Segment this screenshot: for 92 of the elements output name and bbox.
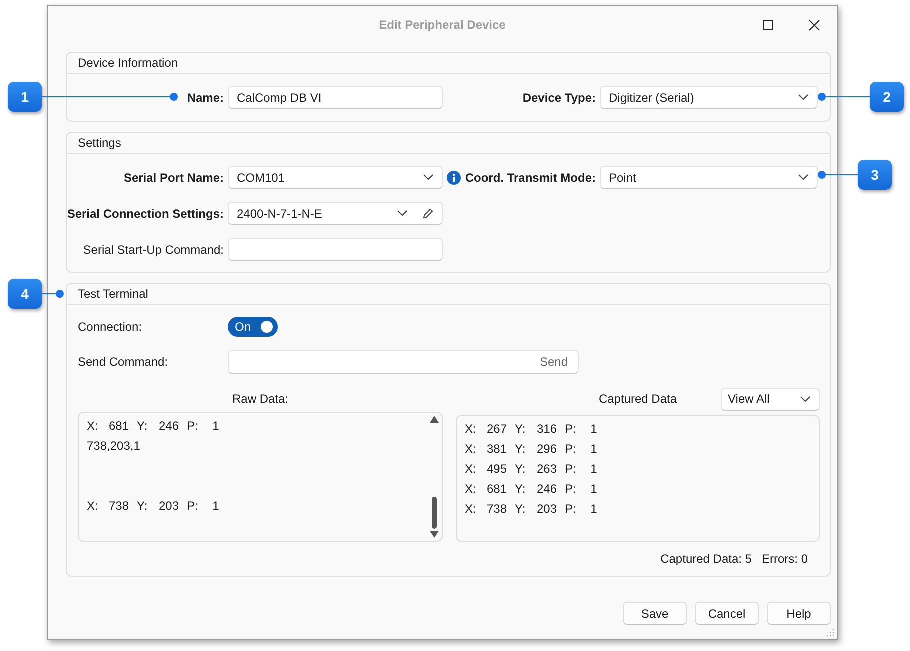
data-value: 296 — [536, 442, 558, 456]
data-value: X: — [465, 482, 478, 496]
data-value: Y: — [137, 419, 149, 433]
data-value: 681 — [108, 419, 130, 433]
data-value: 1 — [590, 482, 598, 496]
data-value: 246 — [536, 482, 558, 496]
field-label: Name: — [187, 90, 224, 104]
panel-title: Captured Data — [598, 392, 677, 406]
chevron-down-icon — [800, 396, 811, 402]
data-value: X: — [87, 499, 100, 513]
leader-line — [818, 92, 870, 102]
status-text: Errors: 0 — [762, 552, 808, 568]
group-title: Device Information — [78, 56, 178, 70]
data-value: X: — [465, 462, 478, 476]
dialog-button[interactable]: Cancel — [695, 602, 759, 625]
scroll-down-icon[interactable] — [430, 531, 438, 538]
data-value: P: — [565, 482, 578, 496]
resize-grip-icon[interactable] — [827, 629, 835, 637]
data-value: 1 — [590, 422, 598, 436]
field-label: Coord. Transmit Mode: — [465, 170, 596, 184]
dialog-button[interactable]: Help — [767, 602, 831, 625]
data-value: 381 — [486, 442, 508, 456]
chevron-down-icon — [798, 174, 809, 181]
command-field[interactable] — [228, 238, 443, 261]
callout-badge: 2 — [870, 82, 904, 112]
data-line: 738,203,1 — [87, 439, 140, 453]
data-value: 203 — [158, 499, 180, 513]
scroll-up-icon[interactable] — [430, 416, 438, 423]
leader-line — [818, 170, 858, 180]
data-value: Y: — [515, 482, 527, 496]
data-value: Y: — [515, 422, 527, 436]
data-value: X: — [465, 442, 478, 456]
data-value: P: — [565, 462, 578, 476]
data-value: 1 — [590, 442, 598, 456]
chevron-down-icon — [798, 94, 809, 101]
data-value: Y: — [515, 502, 527, 516]
data-value: 263 — [536, 462, 558, 476]
data-value: 1 — [590, 502, 598, 516]
panel-title: Raw Data: — [232, 392, 289, 406]
data-value: 738 — [486, 502, 508, 516]
status-text: Captured Data: 5 — [660, 552, 752, 568]
chevron-down-icon — [423, 174, 434, 181]
callout-badge: 4 — [8, 279, 42, 309]
data-value: Y: — [137, 499, 149, 513]
view-dropdown[interactable]: View All — [721, 388, 820, 410]
scrollbar-thumb[interactable] — [432, 497, 436, 529]
callout-badge: 1 — [8, 82, 42, 112]
field-label: Serial Port Name: — [124, 170, 224, 184]
data-value: 681 — [486, 482, 508, 496]
field-label: Serial Start-Up Command: — [83, 242, 224, 256]
data-value: 1 — [212, 499, 220, 513]
data-value: X: — [87, 419, 100, 433]
close-icon — [808, 20, 820, 30]
data-value: 267 — [486, 422, 508, 436]
leader-line — [42, 289, 64, 299]
data-value: P: — [565, 502, 578, 516]
data-value: P: — [187, 419, 200, 433]
dropdown-field[interactable]: COM101 — [228, 166, 443, 189]
field-label: Serial Connection Settings: — [67, 206, 224, 220]
maximize-icon — [763, 20, 773, 30]
data-value: X: — [465, 422, 478, 436]
data-value: 1 — [212, 419, 220, 433]
group-title: Settings — [78, 136, 122, 150]
data-value: P: — [565, 422, 578, 436]
window-title: Edit Peripheral Device — [378, 18, 507, 32]
toggle-switch[interactable]: On — [228, 317, 278, 337]
field-label: Connection: — [78, 320, 144, 334]
data-value: Y: — [515, 442, 527, 456]
data-value: Y: — [515, 462, 527, 476]
dropdown-field[interactable]: Digitizer (Serial) — [600, 86, 818, 109]
info-icon[interactable] — [447, 170, 462, 184]
data-value: 1 — [590, 462, 598, 476]
data-value: 203 — [536, 502, 558, 516]
group-title: Test Terminal — [78, 287, 148, 301]
dropdown-field[interactable]: Point — [600, 166, 818, 189]
data-value: 246 — [158, 419, 180, 433]
data-value: X: — [465, 502, 478, 516]
dialog-button[interactable]: Save — [623, 602, 687, 625]
dropdown-field[interactable]: 2400-N-7-1-N-E — [228, 202, 443, 225]
data-value: 738 — [108, 499, 130, 513]
field-label: Device Type: — [522, 90, 596, 104]
data-value: 495 — [486, 462, 508, 476]
field-label: Send Command: — [78, 355, 170, 369]
data-value: P: — [565, 442, 578, 456]
send-button[interactable]: Send — [534, 353, 574, 371]
data-value: 316 — [536, 422, 558, 436]
pencil-icon[interactable] — [422, 208, 434, 220]
command-field[interactable]: Send — [228, 350, 579, 374]
name-field[interactable]: CalComp DB VI — [228, 86, 443, 109]
callout-badge: 3 — [858, 160, 892, 190]
chevron-down-icon — [397, 210, 408, 217]
data-value: P: — [187, 499, 200, 513]
